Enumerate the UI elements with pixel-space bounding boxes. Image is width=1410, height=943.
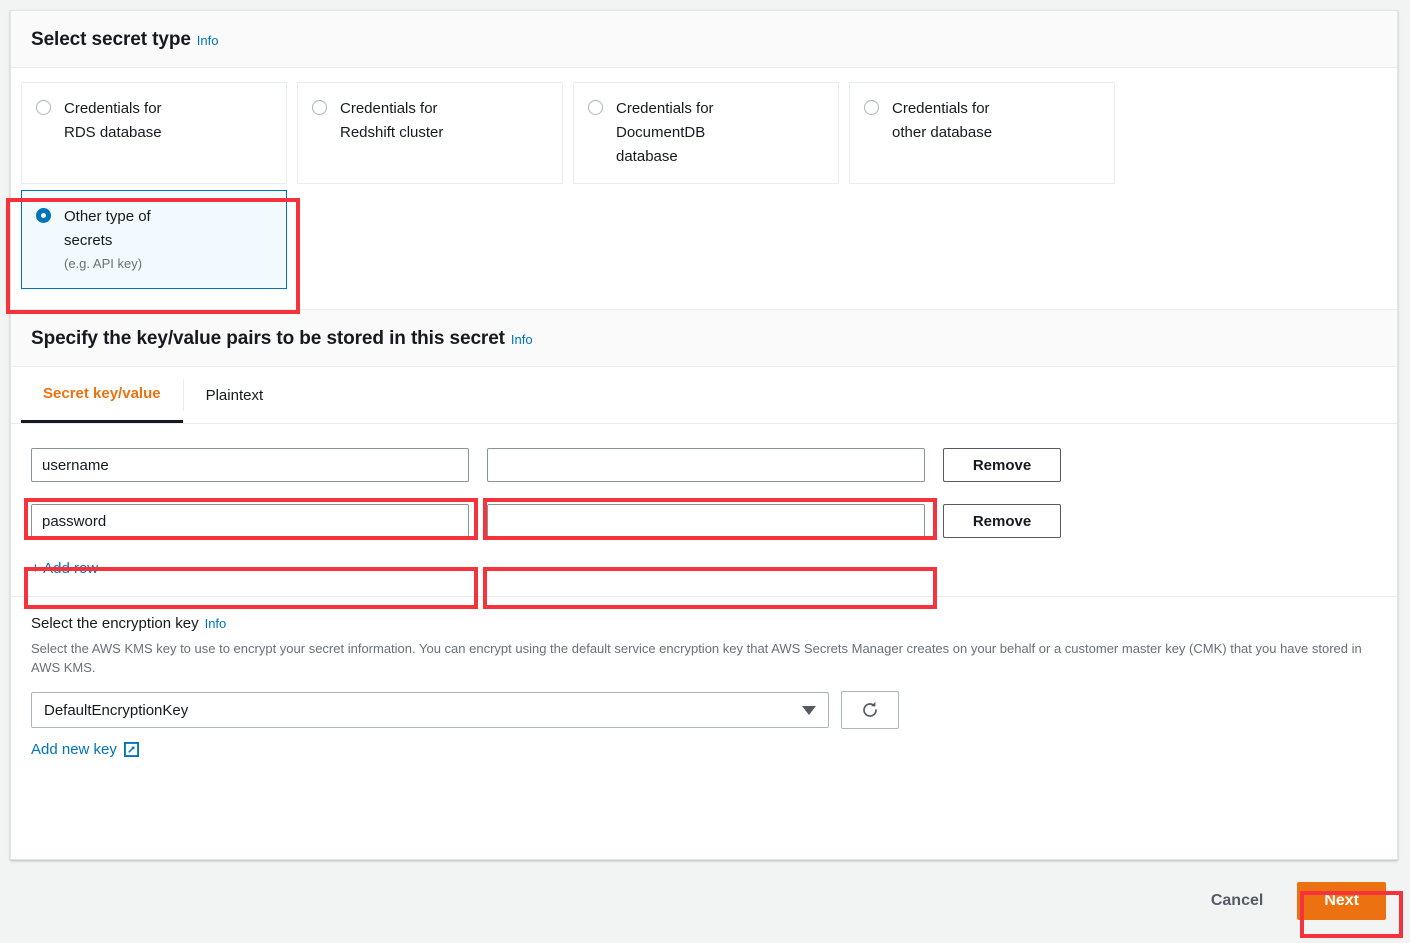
encryption-key-selected-value: DefaultEncryptionKey bbox=[44, 701, 189, 719]
kv-value-input-username[interactable] bbox=[487, 448, 925, 482]
option-label-line2: DocumentDB bbox=[616, 124, 706, 141]
encryption-key-select[interactable]: DefaultEncryptionKey bbox=[31, 692, 829, 728]
option-label-line2: secrets bbox=[64, 232, 113, 249]
kv-row-username: Remove bbox=[31, 448, 1377, 482]
secret-type-option-other-secrets[interactable]: Other type of secrets (e.g. API key) bbox=[21, 190, 287, 289]
main-panel: Select secret type Info Credentials for R… bbox=[10, 10, 1398, 860]
secret-type-option-documentdb[interactable]: Credentials for DocumentDB database bbox=[573, 82, 839, 184]
option-label-line1: Credentials for bbox=[64, 100, 162, 117]
encryption-key-controls: DefaultEncryptionKey bbox=[31, 691, 1377, 729]
encryption-key-title: Select the encryption key bbox=[31, 615, 199, 632]
option-label-line2: other database bbox=[892, 124, 993, 141]
add-new-key-label: Add new key bbox=[31, 741, 117, 758]
tab-secret-key-value[interactable]: Secret key/value bbox=[21, 367, 183, 423]
secret-type-option-rds[interactable]: Credentials for RDS database bbox=[21, 82, 287, 184]
tab-label: Plaintext bbox=[205, 386, 264, 404]
refresh-icon bbox=[863, 701, 877, 717]
radio-icon[interactable] bbox=[36, 100, 51, 115]
option-sublabel: (e.g. API key) bbox=[64, 256, 143, 271]
secrets-manager-store-secret-page: Select secret type Info Credentials for R… bbox=[0, 0, 1410, 943]
secret-type-option-label: Other type of secrets (e.g. API key) bbox=[64, 205, 151, 274]
kv-rows-area: Remove Remove + Add row bbox=[11, 424, 1397, 597]
kv-row-password: Remove bbox=[31, 504, 1377, 538]
external-link-icon bbox=[123, 742, 139, 757]
remove-button-password[interactable]: Remove bbox=[943, 504, 1061, 538]
add-row-link[interactable]: + Add row bbox=[31, 560, 98, 577]
tab-plaintext[interactable]: Plaintext bbox=[184, 367, 286, 423]
secret-type-header: Select secret type Info bbox=[11, 11, 1397, 68]
radio-icon[interactable] bbox=[864, 100, 879, 115]
secret-type-cards: Credentials for RDS database Credentials… bbox=[11, 68, 1397, 309]
encryption-key-description: Select the AWS KMS key to use to encrypt… bbox=[31, 641, 1362, 675]
cancel-button[interactable]: Cancel bbox=[1205, 891, 1269, 911]
chevron-down-icon bbox=[802, 705, 816, 715]
option-label-line3: database bbox=[616, 148, 678, 165]
option-label-line1: Credentials for bbox=[616, 100, 714, 117]
refresh-button[interactable] bbox=[841, 691, 899, 729]
option-label-line1: Credentials for bbox=[340, 100, 438, 117]
radio-icon[interactable] bbox=[312, 100, 327, 115]
secret-type-option-label: Credentials for DocumentDB database bbox=[616, 97, 714, 169]
kv-key-input-password[interactable] bbox=[31, 504, 469, 538]
info-link-secret-type[interactable]: Info bbox=[197, 33, 219, 48]
wizard-footer: Cancel Next bbox=[10, 870, 1398, 932]
info-link-encryption[interactable]: Info bbox=[205, 616, 227, 631]
secret-type-cards-row-2: Other type of secrets (e.g. API key) bbox=[21, 190, 1387, 289]
radio-icon-selected[interactable] bbox=[36, 208, 51, 223]
kv-tabs: Secret key/value Plaintext bbox=[11, 367, 1397, 424]
remove-button-username[interactable]: Remove bbox=[943, 448, 1061, 482]
secret-type-option-label: Credentials for Redshift cluster bbox=[340, 97, 443, 145]
secret-type-option-other-database[interactable]: Credentials for other database bbox=[849, 82, 1115, 184]
secret-type-option-label: Credentials for RDS database bbox=[64, 97, 162, 145]
kv-value-input-password[interactable] bbox=[487, 504, 925, 538]
secret-type-option-label: Credentials for other database bbox=[892, 97, 992, 145]
option-label-line1: Other type of bbox=[64, 208, 151, 225]
option-label-line1: Credentials for bbox=[892, 100, 990, 117]
secret-type-cards-row-1: Credentials for RDS database Credentials… bbox=[21, 82, 1387, 184]
radio-icon[interactable] bbox=[588, 100, 603, 115]
tab-label: Secret key/value bbox=[43, 385, 161, 402]
secret-type-option-redshift[interactable]: Credentials for Redshift cluster bbox=[297, 82, 563, 184]
info-link-kv[interactable]: Info bbox=[511, 332, 533, 347]
next-button[interactable]: Next bbox=[1297, 882, 1386, 920]
option-label-line2: Redshift cluster bbox=[340, 124, 444, 141]
kv-section-title: Specify the key/value pairs to be stored… bbox=[31, 328, 505, 349]
page-title: Select secret type bbox=[31, 29, 191, 50]
add-new-key-link[interactable]: Add new key bbox=[31, 741, 139, 758]
kv-section-header: Specify the key/value pairs to be stored… bbox=[11, 309, 1397, 367]
option-label-line2: RDS database bbox=[64, 124, 162, 141]
encryption-key-area: Select the encryption key Info Select the… bbox=[11, 597, 1397, 781]
kv-key-input-username[interactable] bbox=[31, 448, 469, 482]
encryption-key-title-wrap: Select the encryption key Info bbox=[31, 615, 1377, 633]
